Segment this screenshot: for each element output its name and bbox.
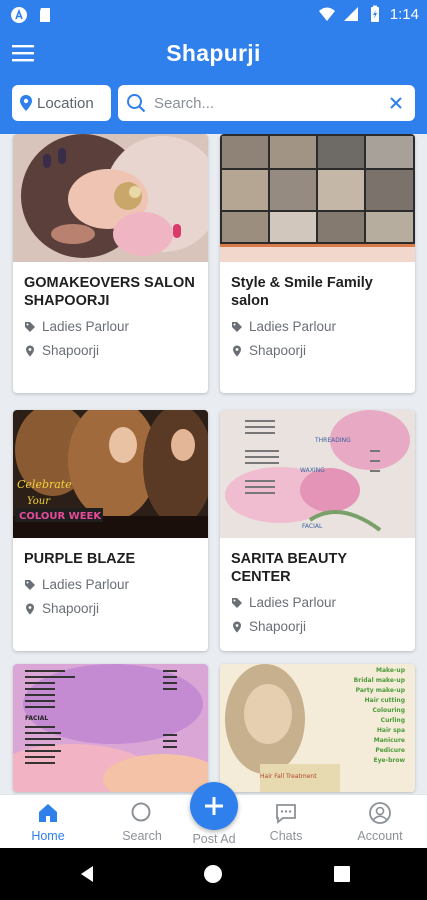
- system-navigation-bar: [0, 848, 427, 900]
- tag-icon: [25, 579, 35, 590]
- page-title: Shapurji: [166, 40, 261, 66]
- listing-category: Ladies Parlour: [24, 577, 197, 592]
- home-icon: [39, 804, 57, 822]
- service-text: Curling: [381, 717, 405, 724]
- service-text: Hair Fall Treatment: [260, 773, 317, 780]
- promo-text: Celebrate: [17, 478, 72, 491]
- app-bar: Shapurji: [0, 30, 427, 78]
- tag-icon: [232, 597, 242, 608]
- service-text: Eye-brow: [374, 757, 406, 764]
- location-pin-icon: [26, 345, 34, 356]
- listing-name: SARITA BEAUTY CENTER: [231, 551, 347, 585]
- listing-image: Make-up Bridal make-up Party make-up Hai…: [220, 664, 415, 792]
- search-icon: [131, 802, 151, 822]
- home-button-icon[interactable]: [203, 864, 223, 884]
- listing-category: Ladies Parlour: [24, 319, 197, 334]
- listing-location: Shapoorji: [24, 601, 197, 616]
- price-list-text: FACIAL: [25, 715, 48, 722]
- location-pin-icon: [233, 621, 241, 632]
- promo-text: COLOUR WEEK: [19, 511, 102, 522]
- service-text: Hair cutting: [365, 697, 405, 704]
- recents-icon[interactable]: [332, 864, 352, 884]
- listing-location: Shapoorji: [231, 619, 404, 634]
- sd-card-icon: [40, 8, 50, 22]
- listing-image: [13, 134, 208, 262]
- nav-chats-label: Chats: [269, 829, 303, 843]
- listing-grid: GOMAKEOVERS SALON SHAPOORJI Ladies Parlo…: [0, 134, 427, 794]
- listing-card[interactable]: THREADING WAXING FACIAL SARITA BEAUTY CE…: [220, 410, 415, 651]
- search-icon: [127, 94, 146, 113]
- price-list-text: FACIAL: [302, 523, 323, 530]
- price-list-text: THREADING: [314, 437, 351, 444]
- app-notification-icon: [11, 7, 27, 23]
- location-selector[interactable]: Location: [12, 85, 111, 121]
- listing-category: Ladies Parlour: [231, 595, 404, 610]
- location-pin-icon: [233, 345, 241, 356]
- nav-search-label: Search: [122, 829, 162, 843]
- location-pin-icon: [20, 95, 32, 111]
- listing-name: GOMAKEOVERS SALON SHAPOORJI: [24, 275, 195, 309]
- listing-card[interactable]: Celebrate Your COLOUR WEEK PURPLE BLAZE …: [13, 410, 208, 651]
- nav-account-label: Account: [357, 829, 403, 843]
- listing-card[interactable]: Style & Smile Family salon Ladies Parlou…: [220, 134, 415, 393]
- listing-name: Style & Smile Family salon: [231, 275, 373, 309]
- listing-name: PURPLE BLAZE: [24, 551, 136, 567]
- tag-icon: [232, 321, 242, 332]
- location-pin-icon: [26, 603, 34, 614]
- nav-account[interactable]: Account: [340, 799, 420, 843]
- listing-image: THREADING WAXING FACIAL: [220, 410, 415, 538]
- nav-chats[interactable]: Chats: [246, 799, 326, 843]
- service-text: Party make-up: [356, 687, 406, 694]
- nav-search[interactable]: Search: [102, 799, 182, 843]
- service-text: Make-up: [376, 667, 406, 674]
- post-ad-label: Post Ad: [192, 832, 236, 846]
- back-icon[interactable]: [78, 864, 98, 884]
- price-list-text: WAXING: [300, 467, 325, 474]
- location-label: Location: [37, 94, 94, 112]
- account-icon: [369, 802, 391, 824]
- listing-image: [220, 134, 415, 262]
- plus-icon: [205, 797, 223, 815]
- nav-home-label: Home: [31, 829, 65, 843]
- search-row: Location: [0, 78, 427, 134]
- signal-icon: [343, 7, 358, 21]
- listing-image: FACIAL: [13, 664, 208, 792]
- search-field[interactable]: [118, 85, 415, 121]
- wifi-icon: [318, 7, 335, 21]
- tag-icon: [25, 321, 35, 332]
- search-input[interactable]: [154, 94, 374, 112]
- service-text: Colouring: [372, 707, 405, 714]
- listing-card[interactable]: Make-up Bridal make-up Party make-up Hai…: [220, 664, 415, 792]
- listing-location: Shapoorji: [231, 343, 404, 358]
- listing-card[interactable]: GOMAKEOVERS SALON SHAPOORJI Ladies Parlo…: [13, 134, 208, 393]
- chat-icon: [276, 804, 296, 824]
- listing-category: Ladies Parlour: [231, 319, 404, 334]
- listing-location: Shapoorji: [24, 343, 197, 358]
- nav-home[interactable]: Home: [8, 799, 88, 843]
- status-bar: 1:14: [0, 0, 427, 30]
- service-text: Bridal make-up: [354, 677, 406, 684]
- listing-card[interactable]: FACIAL: [13, 664, 208, 792]
- clear-search-icon[interactable]: [387, 94, 405, 112]
- post-ad-button[interactable]: [190, 782, 238, 830]
- listing-image: Celebrate Your COLOUR WEEK: [13, 410, 208, 538]
- service-text: Hair spa: [377, 727, 405, 734]
- service-text: Pedicure: [375, 747, 405, 754]
- clock: 1:14: [389, 5, 419, 23]
- promo-text: Your: [27, 496, 51, 507]
- service-text: Manicure: [374, 737, 405, 744]
- battery-icon: [370, 5, 379, 22]
